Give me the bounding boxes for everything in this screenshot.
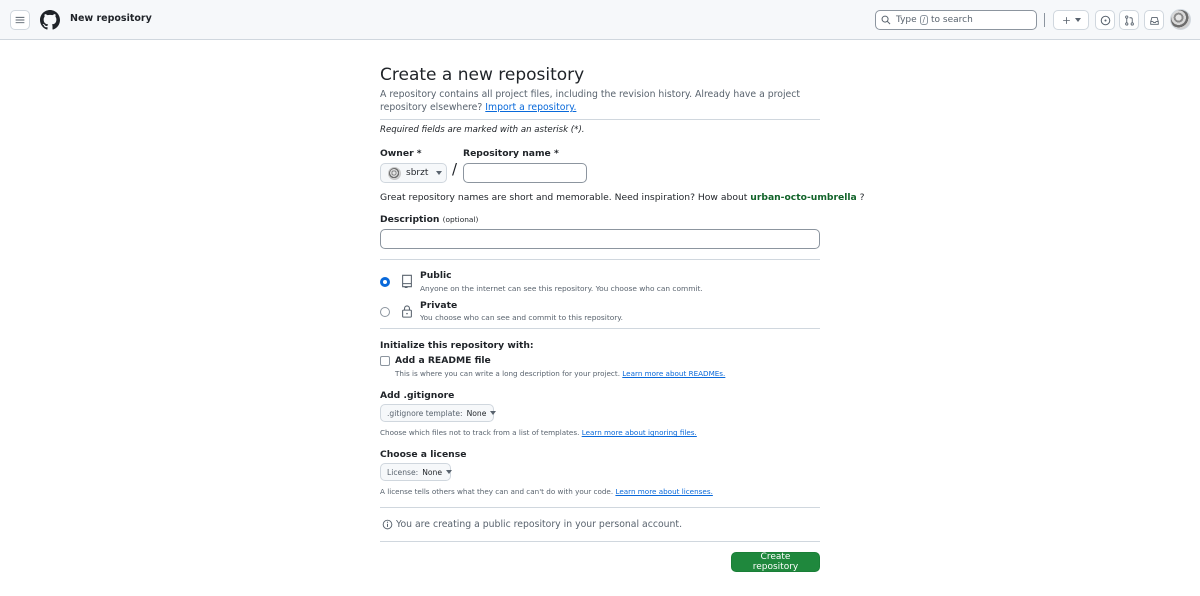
private-radio[interactable] xyxy=(380,307,390,317)
search-shortcut-key: / xyxy=(919,15,929,25)
gitignore-label: Add .gitignore xyxy=(380,390,455,401)
owner-repo-separator: / xyxy=(452,160,458,178)
readme-learn-more-link[interactable]: Learn more about READMEs. xyxy=(622,369,725,378)
account-info-note: You are creating a public repository in … xyxy=(382,519,682,530)
license-desc-text: A license tells others what they can and… xyxy=(380,487,614,496)
license-label: Choose a license xyxy=(380,449,467,460)
owner-value: sbrzt xyxy=(406,168,429,178)
description-label: Description (optional) xyxy=(380,214,478,225)
license-select-prefix: License: xyxy=(387,467,419,477)
description-label-text: Description xyxy=(380,214,440,225)
global-header: New repository Type / to search xyxy=(0,0,1200,40)
owner-select[interactable]: sbrzt xyxy=(380,163,447,183)
search-suffix: to search xyxy=(931,15,973,25)
section-divider xyxy=(380,541,820,542)
chevron-down-icon xyxy=(446,470,452,474)
create-new-button[interactable] xyxy=(1053,10,1089,30)
search-icon xyxy=(881,15,891,25)
optional-tag: (optional) xyxy=(442,215,479,224)
readme-desc: This is where you can write a long descr… xyxy=(395,369,725,378)
section-divider xyxy=(380,507,820,508)
pull-request-icon xyxy=(1124,14,1134,26)
inbox-icon xyxy=(1149,16,1159,25)
info-icon xyxy=(382,519,393,530)
chevron-down-icon xyxy=(1074,18,1081,22)
menu-button[interactable] xyxy=(10,10,30,30)
issues-icon xyxy=(1100,15,1110,25)
name-suggestion[interactable]: urban-octo-umbrella xyxy=(750,192,856,203)
page-title: Create a new repository xyxy=(380,65,585,85)
subtitle-text: A repository contains all project files,… xyxy=(380,89,801,113)
public-radio[interactable] xyxy=(380,277,390,287)
repo-icon xyxy=(402,274,412,288)
page-context-title: New repository xyxy=(70,13,152,24)
license-select[interactable]: License: None xyxy=(380,463,452,481)
gitignore-select-prefix: .gitignore template: xyxy=(387,408,463,418)
owner-label: Owner * xyxy=(380,148,422,159)
private-option-desc: You choose who can see and commit to thi… xyxy=(420,313,623,322)
notifications-button[interactable] xyxy=(1144,10,1164,30)
readme-title: Add a README file xyxy=(395,355,491,366)
readme-desc-text: This is where you can write a long descr… xyxy=(395,369,620,378)
hint-text: Great repository names are short and mem… xyxy=(380,192,748,203)
issues-button[interactable] xyxy=(1095,10,1115,30)
license-select-value: None xyxy=(422,467,442,477)
section-divider xyxy=(380,328,820,329)
gitignore-select[interactable]: .gitignore template: None xyxy=(380,404,497,422)
hamburger-icon xyxy=(15,16,25,24)
public-option-title: Public xyxy=(420,270,452,281)
gitignore-desc: Choose which files not to track from a l… xyxy=(380,428,697,437)
search-input[interactable]: Type / to search xyxy=(875,10,1037,30)
repository-name-hint: Great repository names are short and mem… xyxy=(380,192,865,203)
gitignore-learn-more-link[interactable]: Learn more about ignoring files. xyxy=(582,428,697,437)
hint-suffix: ? xyxy=(859,192,865,203)
description-input[interactable] xyxy=(380,229,820,249)
info-text: You are creating a public repository in … xyxy=(396,519,683,530)
repository-name-input[interactable] xyxy=(463,163,587,183)
public-option-desc: Anyone on the internet can see this repo… xyxy=(420,284,703,293)
initialize-heading: Initialize this repository with: xyxy=(380,340,534,351)
pull-requests-button[interactable] xyxy=(1119,10,1139,30)
create-repository-button[interactable]: Create repository xyxy=(731,552,820,572)
license-learn-more-link[interactable]: Learn more about licenses. xyxy=(615,487,712,496)
private-option-title: Private xyxy=(420,300,458,311)
repository-name-label: Repository name * xyxy=(463,148,559,159)
user-avatar[interactable] xyxy=(1170,9,1191,30)
import-repository-link[interactable]: Import a repository. xyxy=(485,102,576,113)
chevron-down-icon xyxy=(436,171,443,175)
section-divider xyxy=(380,259,820,260)
header-divider xyxy=(1044,13,1045,27)
owner-avatar xyxy=(388,166,401,180)
search-prefix: Type xyxy=(896,15,917,25)
plus-icon xyxy=(1062,16,1070,24)
page-subtitle: A repository contains all project files,… xyxy=(380,88,820,114)
lock-icon xyxy=(402,305,412,318)
gitignore-desc-text: Choose which files not to track from a l… xyxy=(380,428,580,437)
license-desc: A license tells others what they can and… xyxy=(380,487,713,496)
gitignore-select-value: None xyxy=(466,408,487,418)
github-logo-icon[interactable] xyxy=(40,10,60,30)
readme-checkbox[interactable] xyxy=(380,356,390,366)
required-fields-note: Required fields are marked with an aster… xyxy=(380,125,585,135)
section-divider xyxy=(380,119,820,120)
chevron-down-icon xyxy=(490,411,497,415)
